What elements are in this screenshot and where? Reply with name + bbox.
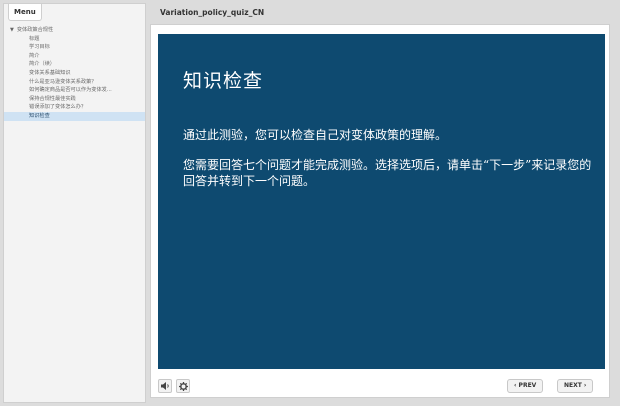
menu-item-learning-objectives[interactable]: 学习目标: [4, 43, 145, 52]
course-title: Variation_policy_quiz_CN: [160, 8, 265, 17]
settings-button[interactable]: [176, 379, 190, 393]
slide-paragraph-2: 您需要回答七个问题才能完成测验。选择选项后，请单击“下一步”来记录您的回答并转到…: [183, 158, 592, 188]
menu-item-what-is-policy[interactable]: 什么是亚马逊变体关系政策？: [4, 78, 145, 87]
menu-list: ▼ 变体政策合规性 标题 学习目标 简介 简介（续） 变体关系基础知识 什么是亚马…: [4, 26, 145, 121]
content-frame: 知识检查 通过此测验，您可以检查自己对变体政策的理解。 您需要回答七个问题才能完…: [150, 24, 610, 398]
menu-item-title[interactable]: 标题: [4, 35, 145, 44]
menu-item-best-practices[interactable]: 保持合规性最佳实践: [4, 95, 145, 104]
menu-tab[interactable]: Menu: [8, 4, 42, 21]
menu-item-label: 变体政策合规性: [16, 27, 54, 33]
main-panel: Variation_policy_quiz_CN 知识检查 通过此测验，您可以检…: [150, 0, 617, 406]
volume-button[interactable]: [158, 379, 172, 393]
menu-section-variation-policy[interactable]: ▼ 变体政策合规性: [4, 26, 145, 35]
slide-title: 知识检查: [183, 70, 264, 92]
prev-button[interactable]: ‹ PREV: [507, 379, 544, 393]
slide-paragraph-1: 通过此测验，您可以检查自己对变体政策的理解。: [183, 128, 448, 142]
menu-item-intro[interactable]: 简介: [4, 52, 145, 61]
caret-down-icon: ▼: [10, 27, 14, 33]
menu-item-knowledge-check[interactable]: 知识检查: [4, 111, 145, 121]
gear-icon: [178, 381, 188, 391]
next-button[interactable]: NEXT ›: [557, 379, 594, 393]
menu-item-wrong-variation[interactable]: 错误添加了变体怎么办？: [4, 103, 145, 112]
sidebar-menu: Menu ▼ 变体政策合规性 标题 学习目标 简介 简介（续） 变体关系基础知识 …: [3, 3, 146, 403]
speaker-icon: [160, 382, 169, 390]
slide: 知识检查 通过此测验，您可以检查自己对变体政策的理解。 您需要回答七个问题才能完…: [158, 34, 605, 369]
menu-item-variation-basics[interactable]: 变体关系基础知识: [4, 69, 145, 78]
menu-item-how-to-determine[interactable]: 如何确定商品是否可以作为变体发...: [4, 86, 145, 95]
menu-item-intro-cont[interactable]: 简介（续）: [4, 60, 145, 69]
